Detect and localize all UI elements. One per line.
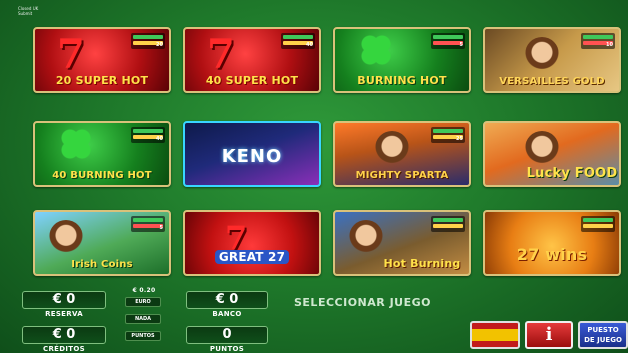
reserva-value: € 0 [22,291,106,309]
puntos-value: 0 [186,326,268,344]
bet-label: 5 [459,42,463,48]
game-title: 40 BURNING HOT [52,170,152,181]
game-tile-40-super-hot[interactable]: 40 40 SUPER HOT [183,27,321,93]
game-tile-hot-burning[interactable]: Hot Burning [333,210,471,276]
puesto-de-juego-button[interactable]: PUESTO DE JUEGO [578,321,628,349]
game-title: MIGHTY SPARTA [355,170,449,181]
bet-label: 40 [306,42,313,48]
clover-icon [61,129,91,159]
bet-label: 5 [159,225,163,231]
game-title: 20 SUPER HOT [55,74,149,87]
denomination-label: € 0.20 [132,287,156,294]
game-tile-versailles-gold[interactable]: 10 VERSAILLES GOLD [483,27,621,93]
game-tile-20-super-hot[interactable]: 20 20 SUPER HOT [33,27,171,93]
creditos-label: CRÉDITOS [43,345,85,353]
leprechaun-portrait-icon [49,220,83,254]
game-title: 40 SUPER HOT [205,74,299,87]
info-button[interactable]: i [525,321,573,349]
mariachi-portrait-icon [349,220,383,254]
creditos-value: € 0 [22,326,106,344]
puntos-label: PUNTOS [209,345,245,353]
game-tile-40-burning-hot[interactable]: 40 40 BURNING HOT [33,121,171,187]
warrior-portrait-icon [375,131,409,165]
seven-icon [57,35,91,75]
game-title: Lucky FOOD [526,166,618,181]
game-title: Irish Coins [71,259,133,270]
game-title: BURNING HOT [357,74,447,87]
king-portrait-icon [525,37,559,71]
denom-puntos-button[interactable]: PUNTOS [125,331,161,341]
clover-icon [361,35,391,65]
banco-value: € 0 [186,291,268,309]
game-title: KENO [221,146,283,167]
game-tile-great-27[interactable]: GREAT 27 [183,210,321,276]
puesto-line-2: DE JUEGO [584,336,622,344]
game-tile-lucky-food[interactable]: Lucky FOOD [483,121,621,187]
bet-label: 20 [156,42,163,48]
bet-label: 25 [456,136,463,142]
denom-nada-button[interactable]: NADA [125,314,161,324]
game-grid: 20 20 SUPER HOT 40 40 SUPER HOT 5 BURNIN… [33,27,623,287]
bet-label: 40 [156,136,163,142]
denom-euro-button[interactable]: EURO [125,297,161,307]
reserva-label: RESERVA [45,310,83,318]
game-title: Hot Burning [383,257,461,270]
status-line-2: Submit [18,11,33,16]
game-title: VERSAILLES GOLD [499,76,605,87]
game-tile-keno[interactable]: KENO [183,121,321,187]
select-game-prompt: SELECCIONAR JUEGO [294,296,431,309]
jackpot-icon [431,216,465,232]
language-spain-button[interactable] [470,321,520,349]
banco-label: BANCO [212,310,242,318]
game-tile-27-wins[interactable]: 27 wins [483,210,621,276]
game-title: GREAT 27 [215,250,289,264]
puesto-line-1: PUESTO [587,326,619,334]
game-tile-mighty-sparta[interactable]: 25 MIGHTY SPARTA [333,121,471,187]
chef-portrait-icon [525,131,559,165]
game-tile-irish-coins[interactable]: 5 Irish Coins [33,210,171,276]
jackpot-icon [581,216,615,232]
game-tile-burning-hot[interactable]: 5 BURNING HOT [333,27,471,93]
seven-icon [207,35,241,75]
game-title: 27 wins [516,245,588,264]
header-info: Closed UK Submit [18,6,38,16]
bet-label: 10 [606,42,613,48]
